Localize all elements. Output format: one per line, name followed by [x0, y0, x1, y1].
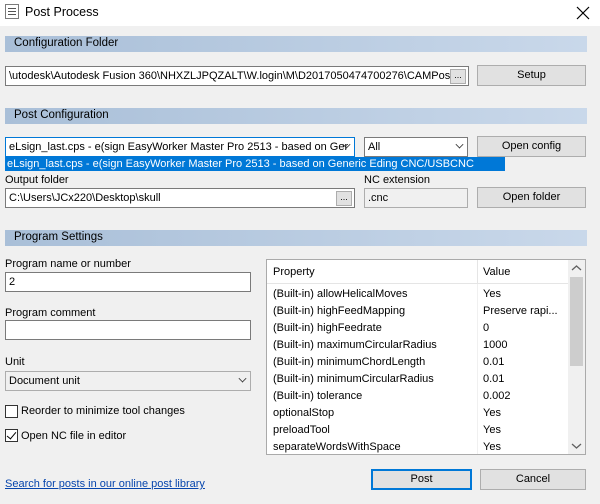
property-name-cell: preloadTool — [273, 424, 330, 436]
post-processor-select[interactable]: eLsign_last.cps - e(sign EasyWorker Mast… — [5, 137, 355, 157]
output-folder-browse-button[interactable]: ... — [336, 191, 352, 206]
column-header-property[interactable]: Property — [273, 266, 315, 278]
reorder-label[interactable]: Reorder to minimize tool changes — [21, 405, 185, 417]
config-folder-path[interactable]: \utodesk\Autodesk Fusion 360\NHXZLJPQZAL… — [5, 66, 469, 86]
program-comment-input[interactable] — [5, 320, 251, 340]
nc-extension-field[interactable]: .cnc — [364, 188, 468, 208]
document-icon — [5, 4, 19, 19]
window-title: Post Process — [25, 5, 99, 19]
property-value-cell[interactable]: Yes — [483, 441, 569, 453]
close-button[interactable] — [566, 0, 600, 26]
program-name-label: Program name or number — [5, 258, 131, 270]
table-row[interactable]: (Built-in) highFeedMapping Preserve rapi.… — [267, 303, 570, 320]
properties-table-header: Property Value — [267, 260, 570, 284]
filter-select[interactable]: All — [364, 137, 468, 157]
program-name-text: 2 — [9, 276, 16, 288]
property-name-cell: (Built-in) allowHelicalMoves — [273, 288, 408, 300]
config-folder-browse-button[interactable]: ... — [450, 69, 466, 84]
config-folder-header: Configuration Folder — [5, 36, 587, 52]
scrollbar-thumb[interactable] — [570, 277, 583, 366]
program-comment-label: Program comment — [5, 307, 96, 319]
scroll-up-icon[interactable] — [568, 260, 585, 277]
filter-selected-text: All — [368, 141, 381, 153]
post-config-header-label: Post Configuration — [14, 109, 109, 121]
property-name-cell: (Built-in) minimumChordLength — [273, 356, 426, 368]
scroll-down-icon[interactable] — [568, 437, 585, 454]
table-row[interactable]: (Built-in) allowHelicalMoves Yes — [267, 286, 570, 303]
output-folder-text: C:\Users\JCx220\Desktop\skull — [9, 192, 161, 204]
property-value-cell[interactable]: 0 — [483, 322, 569, 334]
program-name-input[interactable]: 2 — [5, 272, 251, 292]
post-config-header: Post Configuration — [5, 108, 587, 124]
open-nc-checkbox[interactable] — [5, 429, 18, 442]
property-value-cell[interactable]: Yes — [483, 407, 569, 419]
title-bar: Post Process — [0, 0, 600, 26]
program-settings-header: Program Settings — [5, 230, 587, 246]
open-folder-button[interactable]: Open folder — [477, 187, 586, 208]
table-row[interactable]: (Built-in) tolerance 0.002 — [267, 388, 570, 405]
property-name-cell: (Built-in) maximumCircularRadius — [273, 339, 437, 351]
property-name-cell: (Built-in) tolerance — [273, 390, 363, 402]
post-button[interactable]: Post — [371, 469, 472, 490]
properties-scrollbar[interactable] — [568, 260, 585, 454]
nc-extension-label: NC extension — [364, 174, 431, 186]
property-value-cell[interactable]: Yes — [483, 288, 569, 300]
cancel-button[interactable]: Cancel — [480, 469, 586, 490]
table-row[interactable]: (Built-in) highFeedrate 0 — [267, 320, 570, 337]
program-settings-header-label: Program Settings — [14, 231, 103, 243]
post-processor-dropdown-item[interactable]: eLsign_last.cps - e(sign EasyWorker Mast… — [5, 157, 505, 171]
property-value-cell[interactable]: Yes — [483, 424, 569, 436]
property-value-cell[interactable]: 0.01 — [483, 356, 569, 368]
reorder-checkbox[interactable] — [5, 405, 18, 418]
property-name-cell: optionalStop — [273, 407, 335, 419]
column-header-value[interactable]: Value — [483, 266, 510, 278]
open-nc-label[interactable]: Open NC file in editor — [21, 430, 126, 442]
property-value-cell[interactable]: 0.01 — [483, 373, 569, 385]
table-row[interactable]: (Built-in) minimumChordLength 0.01 — [267, 354, 570, 371]
unit-select[interactable]: Document unit — [5, 371, 251, 391]
output-folder-label: Output folder — [5, 174, 69, 186]
nc-extension-text: .cnc — [368, 192, 389, 204]
property-value-cell[interactable]: Preserve rapi... — [483, 305, 569, 317]
property-name-cell: (Built-in) highFeedrate — [273, 322, 382, 334]
search-posts-link[interactable]: Search for posts in our online post libr… — [5, 478, 205, 490]
unit-label: Unit — [5, 356, 25, 368]
chevron-down-icon — [455, 140, 464, 149]
post-processor-dropdown-item-text: eLsign_last.cps - e(sign EasyWorker Mast… — [7, 158, 474, 170]
config-folder-path-text: \utodesk\Autodesk Fusion 360\NHXZLJPQZAL… — [9, 70, 459, 82]
table-row[interactable]: optionalStop Yes — [267, 405, 570, 422]
property-value-cell[interactable]: 0.002 — [483, 390, 569, 402]
open-config-button[interactable]: Open config — [477, 136, 586, 157]
table-row[interactable]: preloadTool Yes — [267, 422, 570, 439]
table-row[interactable]: (Built-in) maximumCircularRadius 1000 — [267, 337, 570, 354]
chevron-down-icon — [238, 374, 247, 383]
setup-button[interactable]: Setup — [477, 65, 586, 86]
property-value-cell[interactable]: 1000 — [483, 339, 569, 351]
properties-table[interactable]: Property Value (Built-in) allowHelicalMo… — [266, 259, 586, 455]
table-row[interactable]: (Built-in) minimumCircularRadius 0.01 — [267, 371, 570, 388]
property-name-cell: (Built-in) highFeedMapping — [273, 305, 406, 317]
post-processor-selected-text: eLsign_last.cps - e(sign EasyWorker Mast… — [9, 141, 349, 153]
table-row[interactable]: separateWordsWithSpace Yes — [267, 439, 570, 456]
property-name-cell: (Built-in) minimumCircularRadius — [273, 373, 434, 385]
property-name-cell: separateWordsWithSpace — [273, 441, 401, 453]
output-folder-field[interactable]: C:\Users\JCx220\Desktop\skull — [5, 188, 355, 208]
close-icon — [576, 6, 590, 20]
config-folder-header-label: Configuration Folder — [14, 37, 119, 49]
unit-selected-text: Document unit — [9, 375, 80, 387]
